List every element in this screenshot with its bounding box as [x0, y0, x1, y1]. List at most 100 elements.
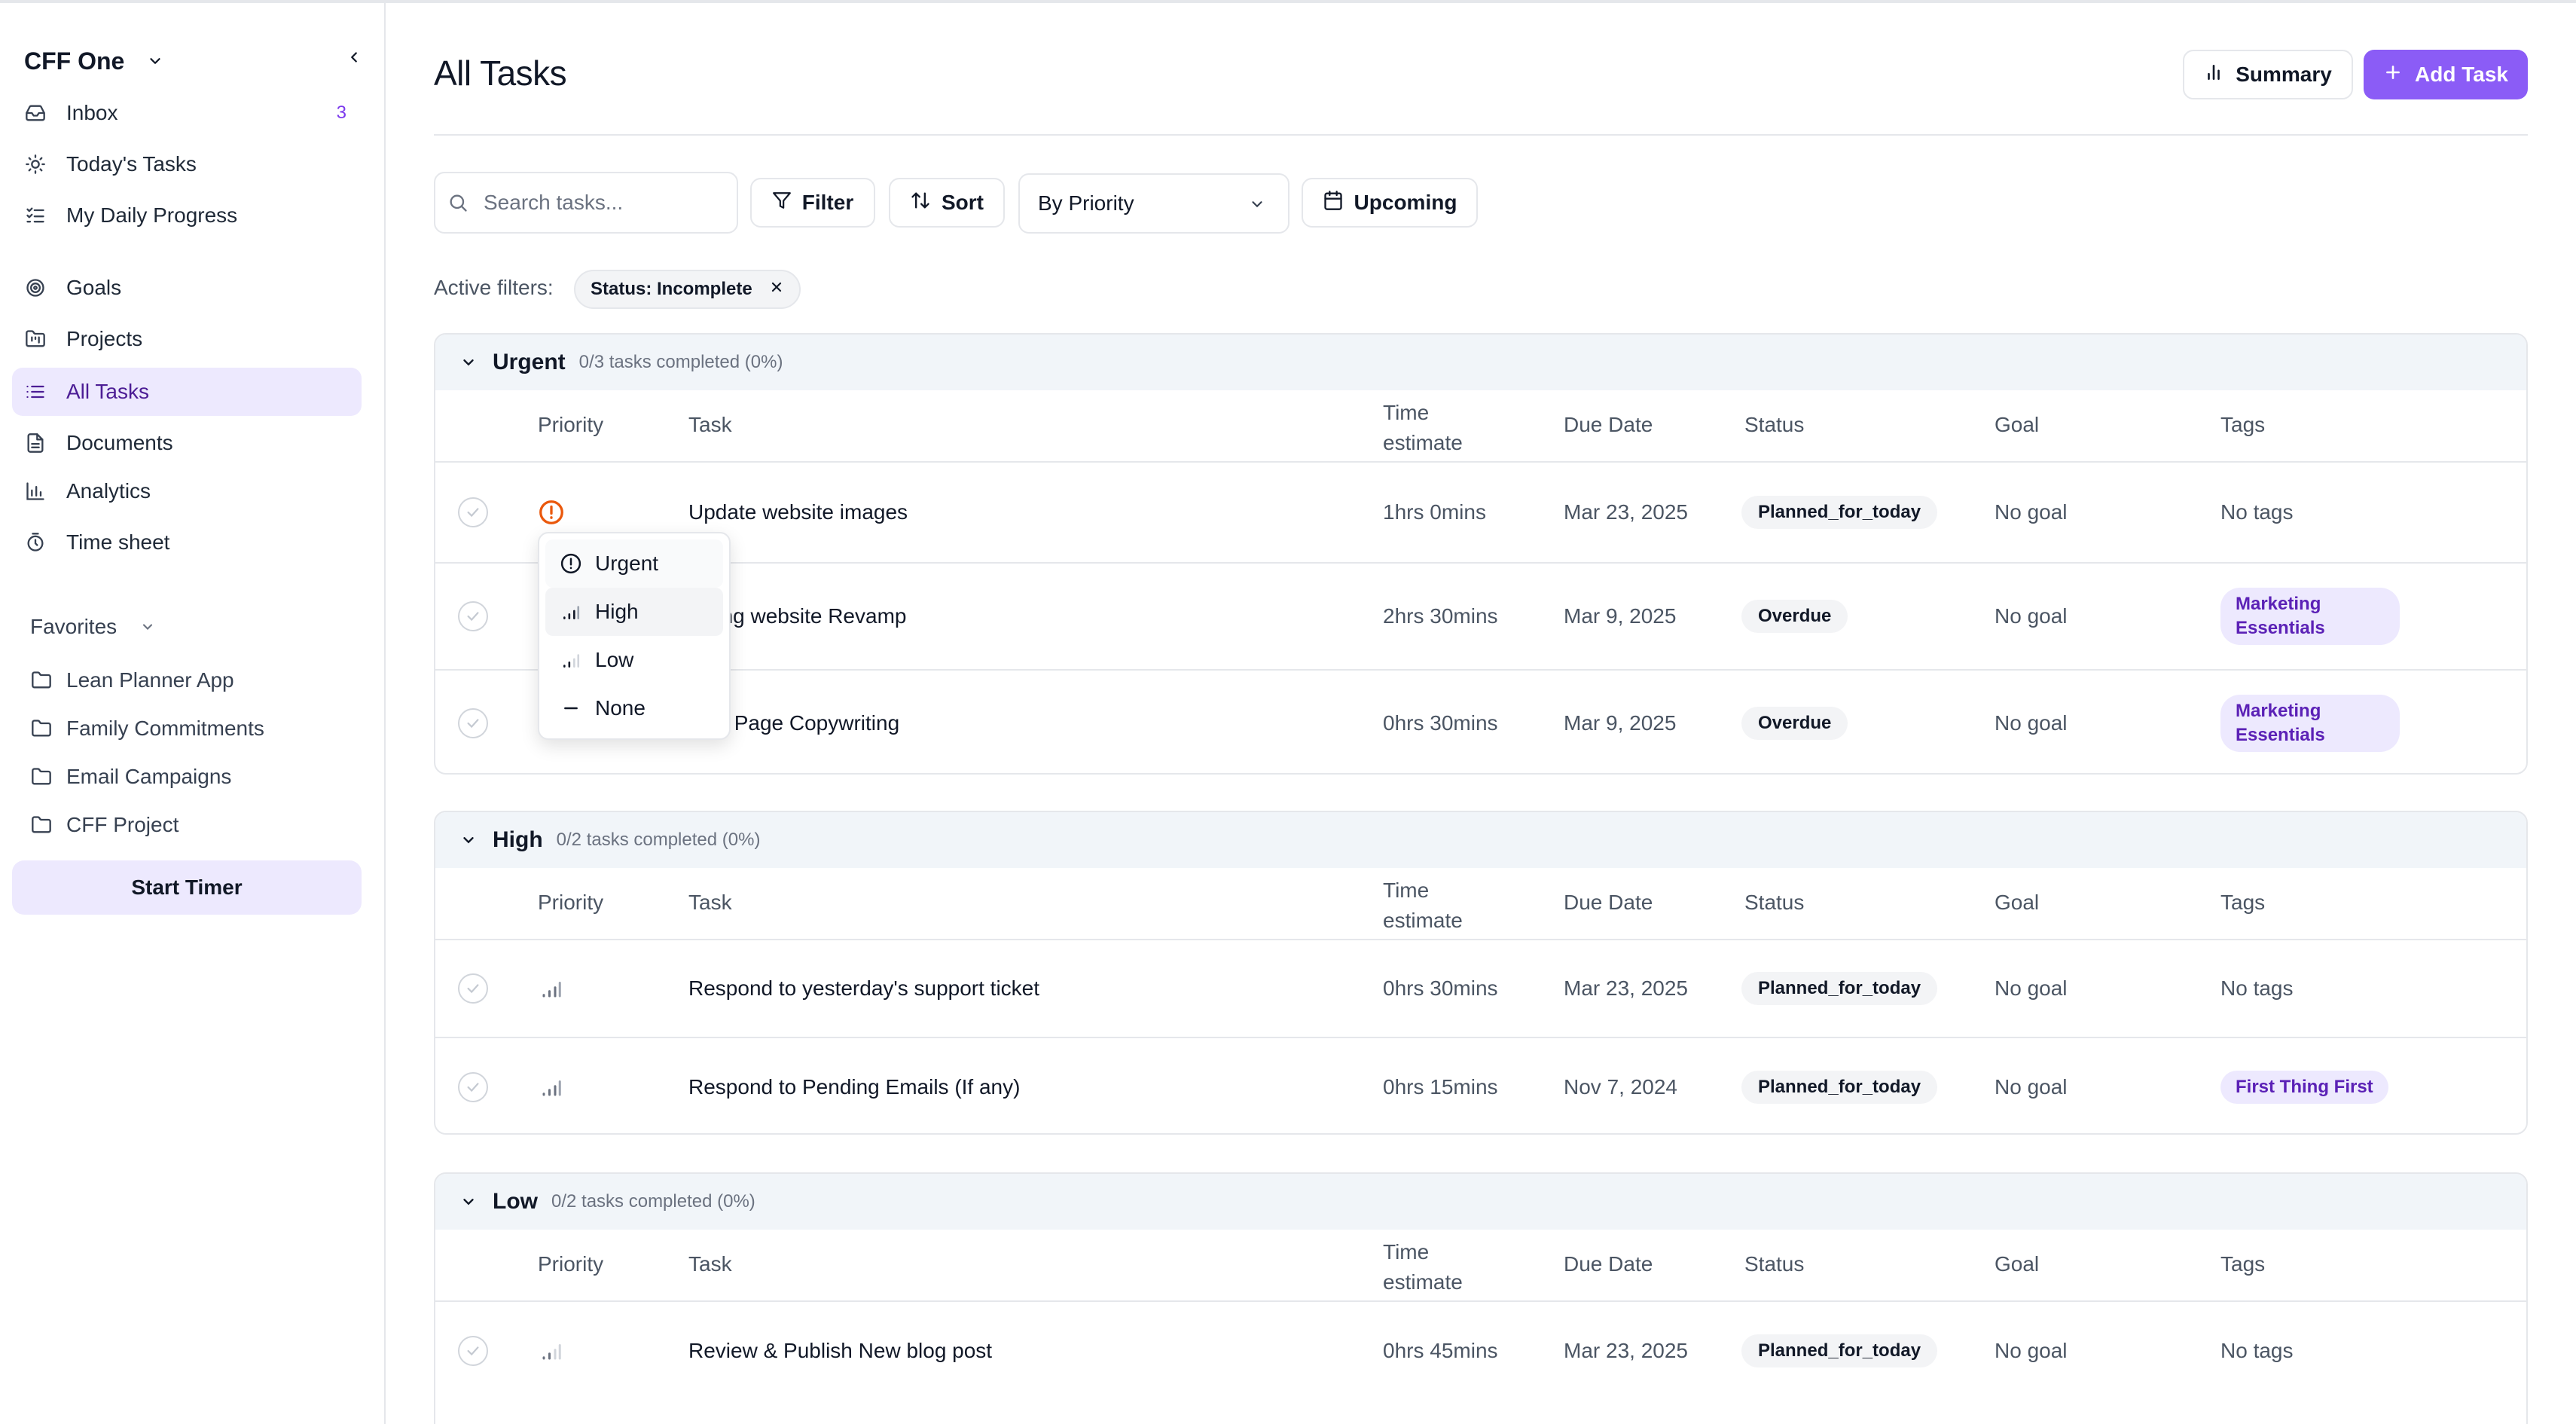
- signal-low-icon[interactable]: [536, 1336, 566, 1366]
- sort-button[interactable]: Sort: [889, 178, 1005, 228]
- tag-pill[interactable]: Marketing Essentials: [2220, 588, 2400, 645]
- add-task-button[interactable]: Add Task: [2364, 50, 2528, 99]
- active-filter-chip: Status: Incomplete: [574, 270, 801, 309]
- tag-pill[interactable]: First Thing First: [2220, 1071, 2388, 1104]
- task-name[interactable]: Update website images: [688, 500, 908, 524]
- column-task[interactable]: Task: [688, 891, 732, 915]
- complete-checkbox[interactable]: [458, 708, 488, 738]
- table-header: Priority Task Time estimate Due Date Sta…: [435, 1230, 2526, 1302]
- column-status[interactable]: Status: [1744, 413, 1804, 437]
- table-row[interactable]: Respond to yesterday's support ticket 0h…: [435, 940, 2526, 1038]
- column-goal[interactable]: Goal: [1995, 413, 2039, 437]
- column-priority[interactable]: Priority: [538, 1252, 603, 1276]
- status-badge[interactable]: Overdue: [1741, 707, 1848, 740]
- group-progress: 0/2 tasks completed (0%): [556, 830, 761, 850]
- group-header[interactable]: Urgent 0/3 tasks completed (0%): [435, 335, 2526, 390]
- due-date: Mar 9, 2025: [1564, 604, 1677, 628]
- group-name: High: [493, 827, 543, 852]
- table-row[interactable]: keting website Revamp 2hrs 30mins Mar 9,…: [435, 564, 2526, 671]
- table-row[interactable]: Respond to Pending Emails (If any) 0hrs …: [435, 1038, 2526, 1133]
- status-badge[interactable]: Overdue: [1741, 600, 1848, 633]
- sidebar-item-time-sheet[interactable]: Time sheet: [12, 518, 362, 567]
- status-badge[interactable]: Planned_for_today: [1741, 496, 1938, 529]
- group-name: Low: [493, 1189, 538, 1214]
- column-due-date[interactable]: Due Date: [1564, 1252, 1653, 1276]
- sidebar-item-documents[interactable]: Documents: [12, 419, 362, 467]
- urgent-icon[interactable]: [536, 497, 566, 527]
- column-tags[interactable]: Tags: [2220, 413, 2265, 437]
- due-date: Mar 23, 2025: [1564, 500, 1688, 524]
- favorites-header[interactable]: Favorites: [30, 610, 157, 643]
- upcoming-button[interactable]: Upcoming: [1302, 178, 1478, 228]
- close-icon[interactable]: [769, 279, 784, 300]
- priority-option-none[interactable]: None: [545, 684, 723, 732]
- status-badge[interactable]: Planned_for_today: [1741, 1071, 1938, 1104]
- sidebar-item-my-daily-progress[interactable]: My Daily Progress: [12, 191, 362, 240]
- task-name[interactable]: Review & Publish New blog post: [688, 1339, 992, 1363]
- task-name[interactable]: Respond to yesterday's support ticket: [688, 976, 1039, 1001]
- group-header[interactable]: High 0/2 tasks completed (0%): [435, 812, 2526, 868]
- complete-checkbox[interactable]: [458, 497, 488, 527]
- status-badge[interactable]: Planned_for_today: [1741, 972, 1938, 1005]
- column-task[interactable]: Task: [688, 413, 732, 437]
- time-estimate: 0hrs 45mins: [1383, 1339, 1498, 1362]
- column-goal[interactable]: Goal: [1995, 891, 2039, 915]
- table-row[interactable]: Review & Publish New blog post 0hrs 45mi…: [435, 1302, 2526, 1400]
- group-by-value: By Priority: [1038, 191, 1134, 215]
- column-status[interactable]: Status: [1744, 891, 1804, 915]
- sidebar-item-all-tasks[interactable]: All Tasks: [12, 368, 362, 416]
- search-input[interactable]: [484, 191, 725, 215]
- column-time-estimate[interactable]: Time estimate: [1383, 875, 1488, 936]
- header-divider: [434, 134, 2528, 136]
- column-status[interactable]: Status: [1744, 1252, 1804, 1276]
- column-time-estimate[interactable]: Time estimate: [1383, 398, 1488, 458]
- signal-high-icon[interactable]: [536, 1072, 566, 1102]
- task-name[interactable]: Respond to Pending Emails (If any): [688, 1075, 1020, 1099]
- column-tags[interactable]: Tags: [2220, 891, 2265, 915]
- column-tags[interactable]: Tags: [2220, 1252, 2265, 1276]
- due-date: Nov 7, 2024: [1564, 1075, 1677, 1099]
- column-due-date[interactable]: Due Date: [1564, 413, 1653, 437]
- filter-button[interactable]: Filter: [750, 178, 875, 228]
- sidebar-item-label: Time sheet: [66, 530, 170, 554]
- favorite-item[interactable]: Lean Planner App: [30, 662, 234, 699]
- column-priority[interactable]: Priority: [538, 891, 603, 915]
- column-time-estimate[interactable]: Time estimate: [1383, 1237, 1488, 1297]
- complete-checkbox[interactable]: [458, 601, 488, 631]
- sun-icon: [24, 153, 47, 176]
- search-box[interactable]: [434, 172, 738, 234]
- sidebar-item-projects[interactable]: Projects: [12, 315, 362, 363]
- sidebar-item-inbox[interactable]: Inbox 3: [12, 89, 362, 137]
- column-goal[interactable]: Goal: [1995, 1252, 2039, 1276]
- complete-checkbox[interactable]: [458, 973, 488, 1004]
- complete-checkbox[interactable]: [458, 1072, 488, 1102]
- complete-checkbox[interactable]: [458, 1336, 488, 1366]
- group-by-select[interactable]: By Priority: [1018, 173, 1290, 234]
- favorite-item[interactable]: Family Commitments: [30, 710, 264, 747]
- column-task[interactable]: Task: [688, 1252, 732, 1276]
- workspace-switcher[interactable]: CFF One: [24, 42, 166, 80]
- summary-button[interactable]: Summary: [2183, 50, 2353, 99]
- signal-high-icon[interactable]: [536, 973, 566, 1004]
- summary-label: Summary: [2236, 63, 2332, 86]
- tags-value: No tags: [2220, 976, 2294, 1000]
- collapse-sidebar-button[interactable]: [340, 45, 368, 72]
- favorite-item[interactable]: CFF Project: [30, 806, 179, 844]
- status-badge[interactable]: Planned_for_today: [1741, 1334, 1938, 1367]
- column-priority[interactable]: Priority: [538, 413, 603, 437]
- due-date: Mar 23, 2025: [1564, 976, 1688, 1000]
- sidebar-item-analytics[interactable]: Analytics: [12, 467, 362, 515]
- column-due-date[interactable]: Due Date: [1564, 891, 1653, 915]
- table-row[interactable]: ding Page Copywriting 0hrs 30mins Mar 9,…: [435, 671, 2526, 773]
- priority-option-high[interactable]: High: [545, 588, 723, 636]
- document-icon: [24, 432, 47, 454]
- group-header[interactable]: Low 0/2 tasks completed (0%): [435, 1174, 2526, 1230]
- table-row[interactable]: Update website images 1hrs 0mins Mar 23,…: [435, 463, 2526, 564]
- favorite-item[interactable]: Email Campaigns: [30, 758, 231, 796]
- priority-option-low[interactable]: Low: [545, 636, 723, 684]
- start-timer-button[interactable]: Start Timer: [12, 860, 362, 915]
- sidebar-item-todays-tasks[interactable]: Today's Tasks: [12, 140, 362, 188]
- tag-pill[interactable]: Marketing Essentials: [2220, 695, 2400, 752]
- priority-option-urgent[interactable]: Urgent: [545, 539, 723, 588]
- sidebar-item-goals[interactable]: Goals: [12, 264, 362, 312]
